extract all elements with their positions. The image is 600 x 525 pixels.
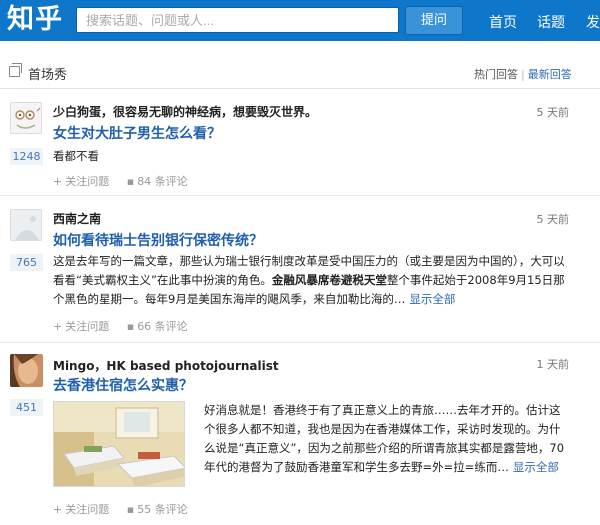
comment-icon: ▪ [126,320,135,333]
top-nav-bar: 知乎 提问 首页 话题 发 [0,0,600,41]
show-all-link[interactable]: 显示全部 [409,292,455,306]
nav-discover[interactable]: 发 [586,12,600,32]
hostel-room-photo [54,402,184,486]
avatar[interactable] [10,102,42,134]
timestamp: 1 天前 [536,358,570,371]
comments-link[interactable]: ▪ 66 条评论 [127,320,188,333]
author-name[interactable]: 西南之南 [53,210,101,227]
section-header: 首场秀 热门回答 | 最新回答 [0,55,600,89]
default-avatar-icon [11,210,41,240]
answer-text: 好消息就是！香港终于有了真正意义上的青旅……去年才开的。估计这个很多人都不知道，… [204,401,569,477]
avatar[interactable] [10,354,43,387]
follow-label: 关注问题 [65,320,110,333]
comment-icon: ▪ [126,503,135,516]
answer-text-part: 好消息就是！香港终于有了真正意义上的青旅……去年才开的。估计这个很多人都不知道，… [204,403,565,474]
author-name[interactable]: 少白狗蛋，很容易无聊的神经病，想要毁灭世界。 [53,103,317,120]
plus-icon: + [53,175,63,188]
zhihu-logo[interactable]: 知乎 [7,3,63,37]
question-title[interactable]: 如何看待瑞士告别银行保密传统？ [53,230,263,250]
sort-separator: | [521,68,525,81]
follow-question-link[interactable]: + 关注问题 [53,320,109,333]
comments-label: 66 条评论 [137,320,188,333]
feed-item: 少白狗蛋，很容易无聊的神经病，想要毁灭世界。 5 天前 女生对大肚子男生怎么看？… [0,90,600,196]
comment-icon: ▪ [126,175,135,188]
section-title: 首场秀 [28,68,68,83]
comments-link[interactable]: ▪ 84 条评论 [127,175,188,188]
timestamp: 5 天前 [536,213,570,226]
feed-item: 西南之南 5 天前 如何看待瑞士告别银行保密传统？ 765 这是去年写的一篇文章… [0,197,600,343]
sort-newest-link[interactable]: 最新回答 [528,68,572,81]
item-actions: + 关注问题 ▪ 84 条评论 [53,173,202,189]
author-name[interactable]: Mingo，HK based photojournalist [53,357,279,374]
comments-link[interactable]: ▪ 55 条评论 [127,503,188,516]
plus-icon: + [53,320,63,333]
sort-toggle: 热门回答 | 最新回答 [474,66,572,82]
ask-question-button[interactable]: 提问 [405,6,463,35]
follow-question-link[interactable]: + 关注问题 [53,503,109,516]
search-input[interactable] [76,7,399,33]
follow-question-link[interactable]: + 关注问题 [53,175,109,188]
question-title[interactable]: 去香港住宿怎么实惠？ [53,375,193,395]
nav-home[interactable]: 首页 [489,12,517,32]
plus-icon: + [53,503,63,516]
copy-icon [9,63,22,77]
show-all-link[interactable]: 显示全部 [513,460,559,474]
vote-count[interactable]: 1248 [10,148,43,165]
user-photo-icon [10,354,43,387]
item-actions: + 关注问题 ▪ 55 条评论 [53,501,202,517]
comments-label: 55 条评论 [137,503,188,516]
nav-topics[interactable]: 话题 [537,12,565,32]
answer-heading: 金融风暴席卷避税天堂 [271,273,387,287]
answer-text: 这是去年写的一篇文章，那些认为瑞士银行制度改革是受中国压力的（或主要是因为中国的… [53,252,573,309]
follow-label: 关注问题 [65,175,110,188]
owl-doodle-icon [15,107,41,129]
item-actions: + 关注问题 ▪ 66 条评论 [53,318,202,334]
question-title[interactable]: 女生对大肚子男生怎么看？ [53,123,221,143]
feed-item: Mingo，HK based photojournalist 1 天前 去香港住… [0,344,600,525]
timestamp: 5 天前 [536,106,570,119]
avatar[interactable] [10,209,42,241]
comments-label: 84 条评论 [137,175,188,188]
sort-hot-link[interactable]: 热门回答 [474,68,518,81]
vote-count[interactable]: 451 [10,399,43,416]
answer-text: 看都不看 [53,149,99,163]
answer-thumbnail[interactable] [53,401,185,487]
follow-label: 关注问题 [65,503,110,516]
vote-count[interactable]: 765 [10,254,43,271]
